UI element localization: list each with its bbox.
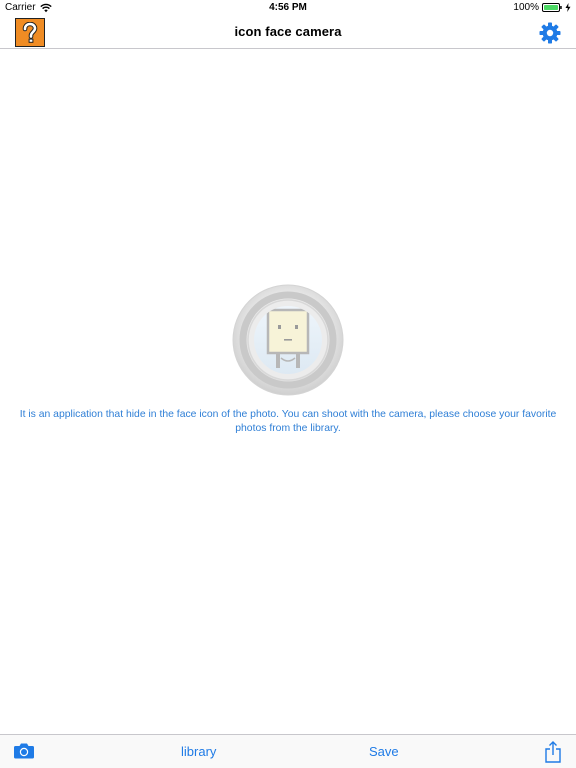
camera-button[interactable] xyxy=(13,741,35,761)
main-content: It is an application that hide in the fa… xyxy=(0,49,576,734)
gear-icon xyxy=(539,22,561,44)
library-button[interactable]: library xyxy=(181,744,216,759)
settings-button[interactable] xyxy=(538,21,562,45)
face-logo-icon xyxy=(232,284,344,396)
page-title: icon face camera xyxy=(234,24,342,39)
save-button[interactable]: Save xyxy=(369,744,399,759)
charging-bolt-icon xyxy=(565,3,571,12)
share-button[interactable] xyxy=(543,740,563,764)
camera-icon xyxy=(14,743,34,759)
battery-percent: 100% xyxy=(513,2,539,13)
battery-icon xyxy=(542,3,562,12)
navigation-bar: icon face camera xyxy=(0,16,576,49)
status-time: 4:56 PM xyxy=(269,2,307,13)
bottom-toolbar: library Save xyxy=(0,734,576,768)
status-battery-group: 100% xyxy=(513,2,571,13)
share-icon xyxy=(545,741,561,763)
status-bar: Carrier 4:56 PM 100% xyxy=(0,0,576,16)
app-description: It is an application that hide in the fa… xyxy=(19,409,557,434)
